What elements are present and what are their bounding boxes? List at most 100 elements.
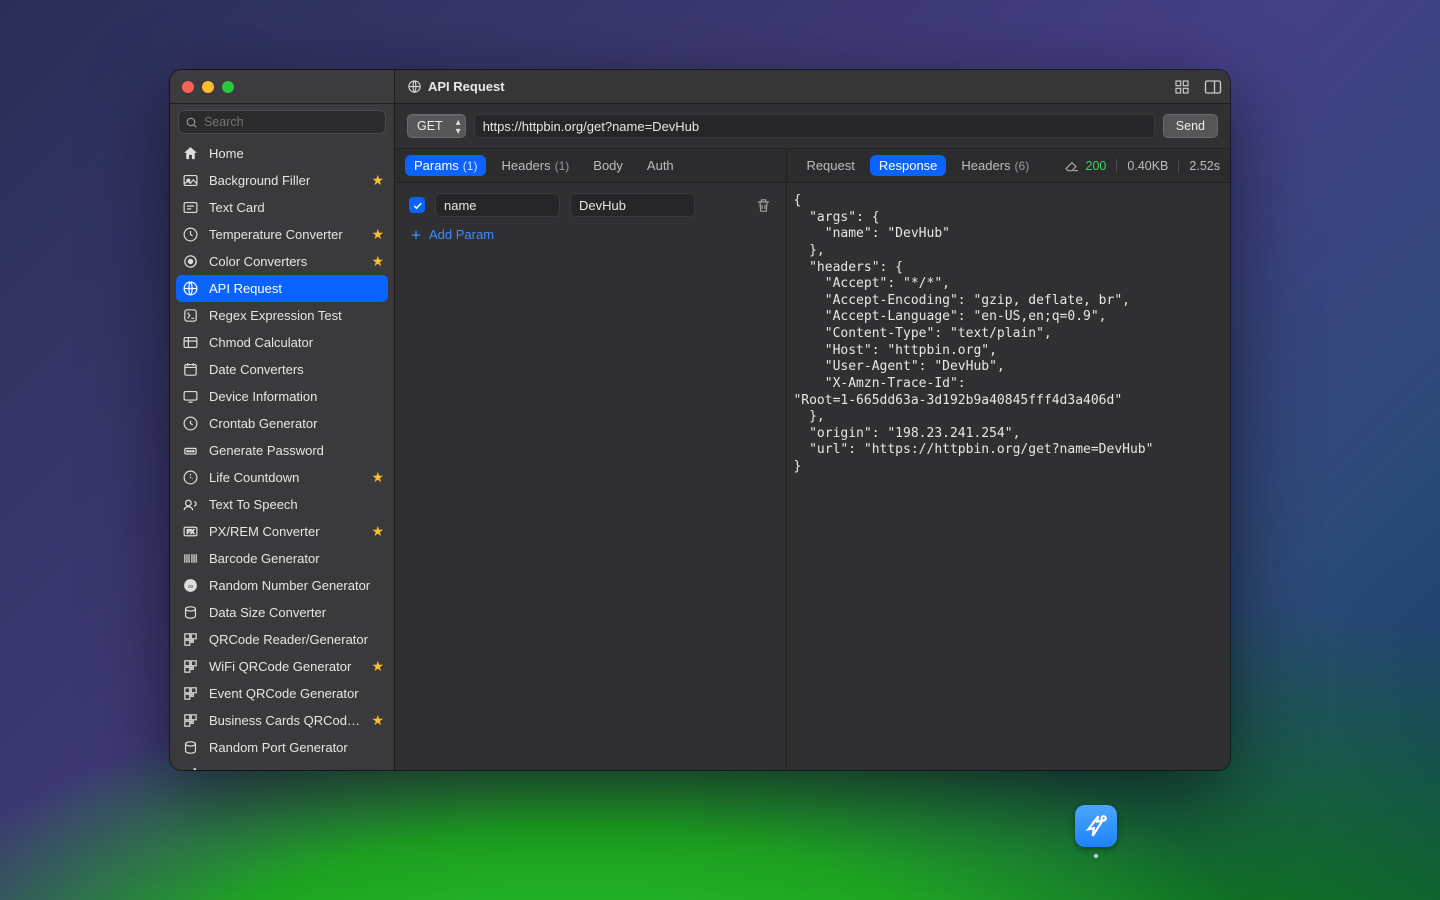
app-window: API Request Home Background Filler ★ Text C… — [170, 70, 1230, 770]
add-param-button[interactable]: Add Param — [409, 227, 772, 242]
param-value-input[interactable] — [570, 193, 695, 217]
sidebar-item[interactable]: Random Port Generator — [170, 734, 394, 761]
star-icon: ★ — [371, 172, 384, 189]
star-icon: ★ — [371, 658, 384, 675]
sidebar-item-label: Random Number Generator — [209, 578, 384, 593]
sidebar-item-label: Random Port Generator — [209, 740, 384, 755]
sidebar-item[interactable]: Temperature Converter★ — [170, 221, 394, 248]
tab-headers-request[interactable]: Headers (1) — [492, 155, 578, 176]
http-method-value: GET — [417, 119, 443, 133]
search-input-wrap[interactable] — [178, 110, 386, 134]
sidebar-item[interactable]: WiFi QRCode Generator ★ — [170, 653, 394, 680]
http-method-select[interactable]: GET ▴▾ — [407, 114, 466, 138]
titlebar: API Request — [170, 70, 1230, 104]
sidebar-item-label: WiFi QRCode Generator — [209, 659, 361, 674]
sidebar-item[interactable]: Data Size Converter — [170, 599, 394, 626]
sidebar-item-icon — [182, 496, 199, 513]
status-size: 0.40KB — [1127, 159, 1168, 173]
sidebar-item-label: RSA Key Generator — [209, 767, 384, 770]
url-input[interactable] — [474, 114, 1155, 138]
sidebar-item-icon — [182, 361, 199, 378]
sidebar-item-icon — [182, 658, 199, 675]
search-input[interactable] — [204, 115, 379, 129]
sidebar-item-label: Chmod Calculator — [209, 335, 384, 350]
trash-icon[interactable] — [755, 197, 772, 214]
tab-auth[interactable]: Auth — [638, 155, 683, 176]
sidebar-item-label: Crontab Generator — [209, 416, 384, 431]
sidebar-item-icon — [182, 199, 199, 216]
sidebar-item[interactable]: Color Converters★ — [170, 248, 394, 275]
sidebar-item[interactable]: Chmod Calculator — [170, 329, 394, 356]
dock-running-indicator — [1094, 854, 1098, 858]
response-status: 200 0.40KB 2.52s — [1086, 159, 1220, 173]
dock-app-icon[interactable] — [1075, 805, 1117, 847]
traffic-lights — [170, 70, 395, 103]
zoom-window-button[interactable] — [222, 81, 234, 93]
response-tabs: Request Response Headers (6) — [787, 149, 1230, 183]
sidebar-item[interactable]: Life Countdown ★ — [170, 464, 394, 491]
sidebar-item-icon — [182, 145, 199, 162]
sidebar-item-label: QRCode Reader/Generator — [209, 632, 384, 647]
sidebar-item[interactable]: ∞ Random Number Generator — [170, 572, 394, 599]
sidebar-item[interactable]: Business Cards QRCode…★ — [170, 707, 394, 734]
tab-response-view[interactable]: Response — [870, 155, 947, 176]
sidebar-item[interactable]: Home — [170, 140, 394, 167]
send-button[interactable]: Send — [1163, 114, 1218, 138]
sidebar-item-label: Barcode Generator — [209, 551, 384, 566]
minimize-window-button[interactable] — [202, 81, 214, 93]
toggle-sidebar-icon[interactable] — [1204, 79, 1220, 95]
grid-view-icon[interactable] — [1174, 79, 1190, 95]
sidebar-item[interactable]: Event QRCode Generator — [170, 680, 394, 707]
svg-text:∞: ∞ — [188, 582, 193, 590]
chevron-updown-icon: ▴▾ — [456, 118, 461, 136]
tab-body[interactable]: Body — [584, 155, 632, 176]
sidebar-item-label: Text Card — [209, 200, 384, 215]
param-enabled-checkbox[interactable] — [409, 197, 425, 213]
sidebar-item-icon — [182, 280, 199, 297]
star-icon: ★ — [371, 523, 384, 540]
close-window-button[interactable] — [182, 81, 194, 93]
sidebar-item-label: Date Converters — [209, 362, 384, 377]
sidebar-item-icon — [182, 334, 199, 351]
sidebar-item-icon — [182, 253, 199, 270]
clear-response-icon[interactable] — [1064, 158, 1080, 174]
sidebar-item-label: Background Filler — [209, 173, 361, 188]
sidebar-item-icon — [182, 442, 199, 459]
response-panel: Request Response Headers (6) — [787, 149, 1230, 770]
status-time: 2.52s — [1189, 159, 1220, 173]
main-panel: GET ▴▾ Send Params (1) Headers (1) — [395, 104, 1230, 770]
params-editor: Add Param — [395, 183, 786, 252]
sidebar-item[interactable]: Date Converters — [170, 356, 394, 383]
sidebar-list[interactable]: Home Background Filler ★ Text Card Temperatu… — [170, 138, 394, 770]
sidebar-item[interactable]: PXPX/REM Converter★ — [170, 518, 394, 545]
star-icon: ★ — [371, 469, 384, 486]
sidebar-item-label: Text To Speech — [209, 497, 384, 512]
sidebar-item-label: API Request — [209, 281, 378, 296]
sidebar-item[interactable]: RSA Key Generator — [170, 761, 394, 770]
search-icon — [185, 116, 198, 129]
sidebar-item[interactable]: Text To Speech — [170, 491, 394, 518]
sidebar-item[interactable]: Regex Expression Test — [170, 302, 394, 329]
sidebar-item[interactable]: Crontab Generator — [170, 410, 394, 437]
sidebar-item[interactable]: QRCode Reader/Generator — [170, 626, 394, 653]
sidebar-item[interactable]: Text Card — [170, 194, 394, 221]
tab-headers-response[interactable]: Headers (6) — [952, 155, 1038, 176]
sidebar-item[interactable]: Device Information — [170, 383, 394, 410]
response-body[interactable]: { "args": { "name": "DevHub" }, "headers… — [787, 183, 1230, 770]
sidebar-item-label: Temperature Converter — [209, 227, 361, 242]
sidebar-item-label: Regex Expression Test — [209, 308, 384, 323]
sidebar-item[interactable]: API Request — [176, 275, 388, 302]
tab-params[interactable]: Params (1) — [405, 155, 486, 176]
sidebar-item[interactable]: Background Filler ★ — [170, 167, 394, 194]
sidebar-item[interactable]: Generate Password — [170, 437, 394, 464]
sidebar-item-icon — [182, 604, 199, 621]
sidebar-item-icon — [182, 766, 199, 770]
tab-request-view[interactable]: Request — [797, 155, 863, 176]
sidebar-item-icon — [182, 739, 199, 756]
sidebar-item-icon: PX — [182, 523, 199, 540]
sidebar-item-label: Life Countdown — [209, 470, 361, 485]
sidebar-item[interactable]: Barcode Generator — [170, 545, 394, 572]
param-row — [409, 193, 772, 217]
param-key-input[interactable] — [435, 193, 560, 217]
sidebar-item-icon — [182, 226, 199, 243]
